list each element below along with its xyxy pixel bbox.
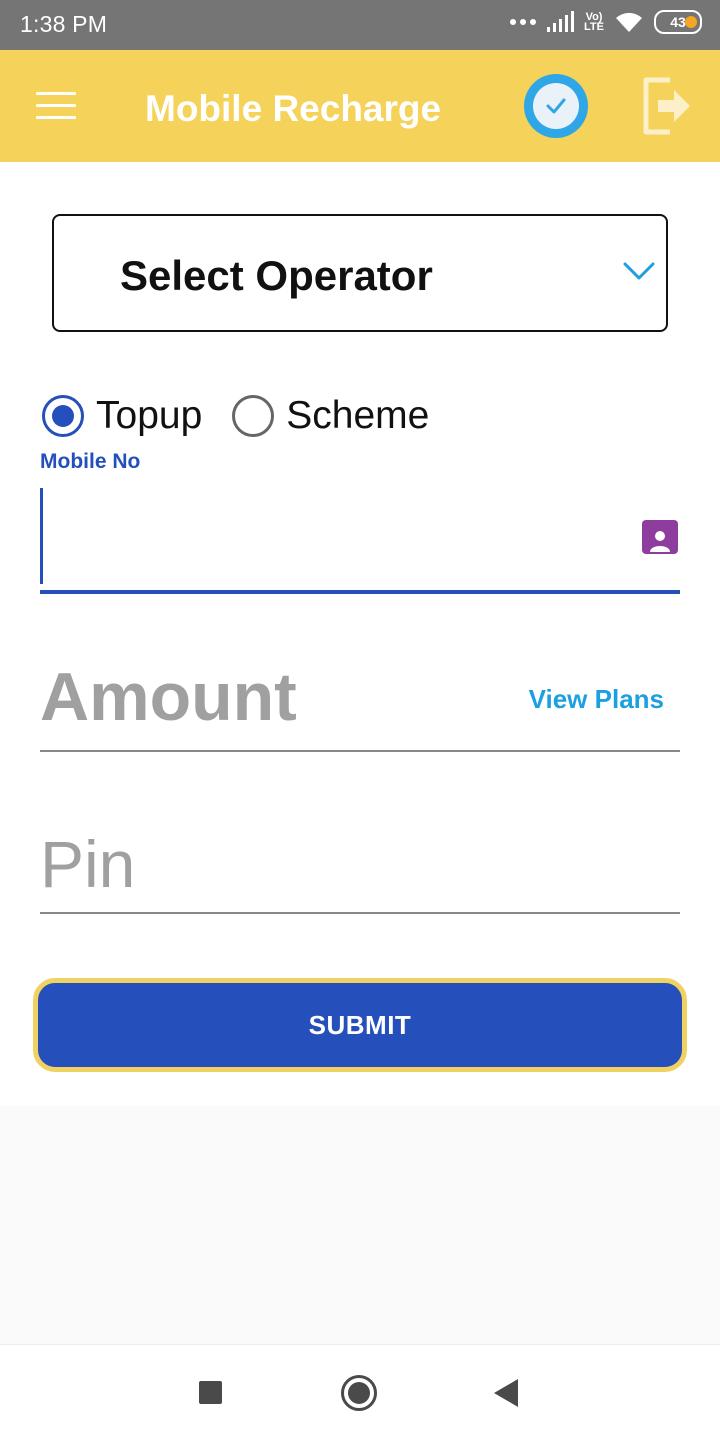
mobile-no-label: Mobile No <box>40 450 141 473</box>
pin-underline <box>40 912 680 914</box>
status-icons: Vo) LTE 43 <box>510 10 702 34</box>
contact-picker-icon[interactable] <box>642 520 678 554</box>
radio-scheme-label: Scheme <box>286 394 430 437</box>
checkmark-icon <box>546 98 566 114</box>
mobile-no-underline <box>40 590 680 594</box>
radio-topup-label: Topup <box>96 394 203 437</box>
check-circle-icon[interactable] <box>524 74 588 138</box>
hamburger-menu-icon[interactable] <box>36 92 76 120</box>
recharge-type-radio-group: Topup Scheme <box>42 394 459 438</box>
status-time: 1:38 PM <box>20 11 108 37</box>
home-circle-icon[interactable] <box>341 1375 377 1411</box>
radio-button-checked[interactable] <box>42 395 84 437</box>
volte-icon: Vo) LTE <box>584 11 604 33</box>
pin-input[interactable]: Pin <box>40 820 680 914</box>
app-bar: Mobile Recharge <box>0 50 720 162</box>
amount-input[interactable]: Amount View Plans <box>40 658 680 752</box>
recharge-form: Select Operator Topup Scheme Mobile No A… <box>0 162 720 1106</box>
submit-button[interactable]: SUBMIT <box>33 978 687 1072</box>
recents-square-icon[interactable] <box>199 1381 222 1404</box>
more-dots-icon <box>510 19 537 25</box>
app-title: Mobile Recharge <box>145 88 442 129</box>
amount-underline <box>40 750 680 752</box>
logout-icon[interactable] <box>640 74 696 138</box>
radio-scheme[interactable]: Scheme <box>232 394 429 438</box>
chevron-down-icon <box>623 262 655 280</box>
operator-placeholder: Select Operator <box>120 252 433 299</box>
battery-icon: 43 <box>654 10 702 34</box>
operator-dropdown[interactable]: Select Operator <box>52 214 668 332</box>
pin-placeholder: Pin <box>40 827 136 901</box>
back-triangle-icon[interactable] <box>494 1379 518 1407</box>
battery-level: 43 <box>670 14 686 30</box>
signal-bars-icon <box>547 11 575 32</box>
mobile-no-input[interactable] <box>40 488 680 594</box>
view-plans-link[interactable]: View Plans <box>529 684 664 715</box>
status-bar: 1:38 PM Vo) LTE 43 <box>0 0 720 50</box>
radio-topup[interactable]: Topup <box>42 394 202 438</box>
radio-button-unchecked[interactable] <box>232 395 275 437</box>
wifi-icon <box>616 12 642 32</box>
amount-placeholder: Amount <box>40 659 297 735</box>
text-cursor <box>40 488 43 584</box>
system-nav-bar <box>0 1344 720 1440</box>
